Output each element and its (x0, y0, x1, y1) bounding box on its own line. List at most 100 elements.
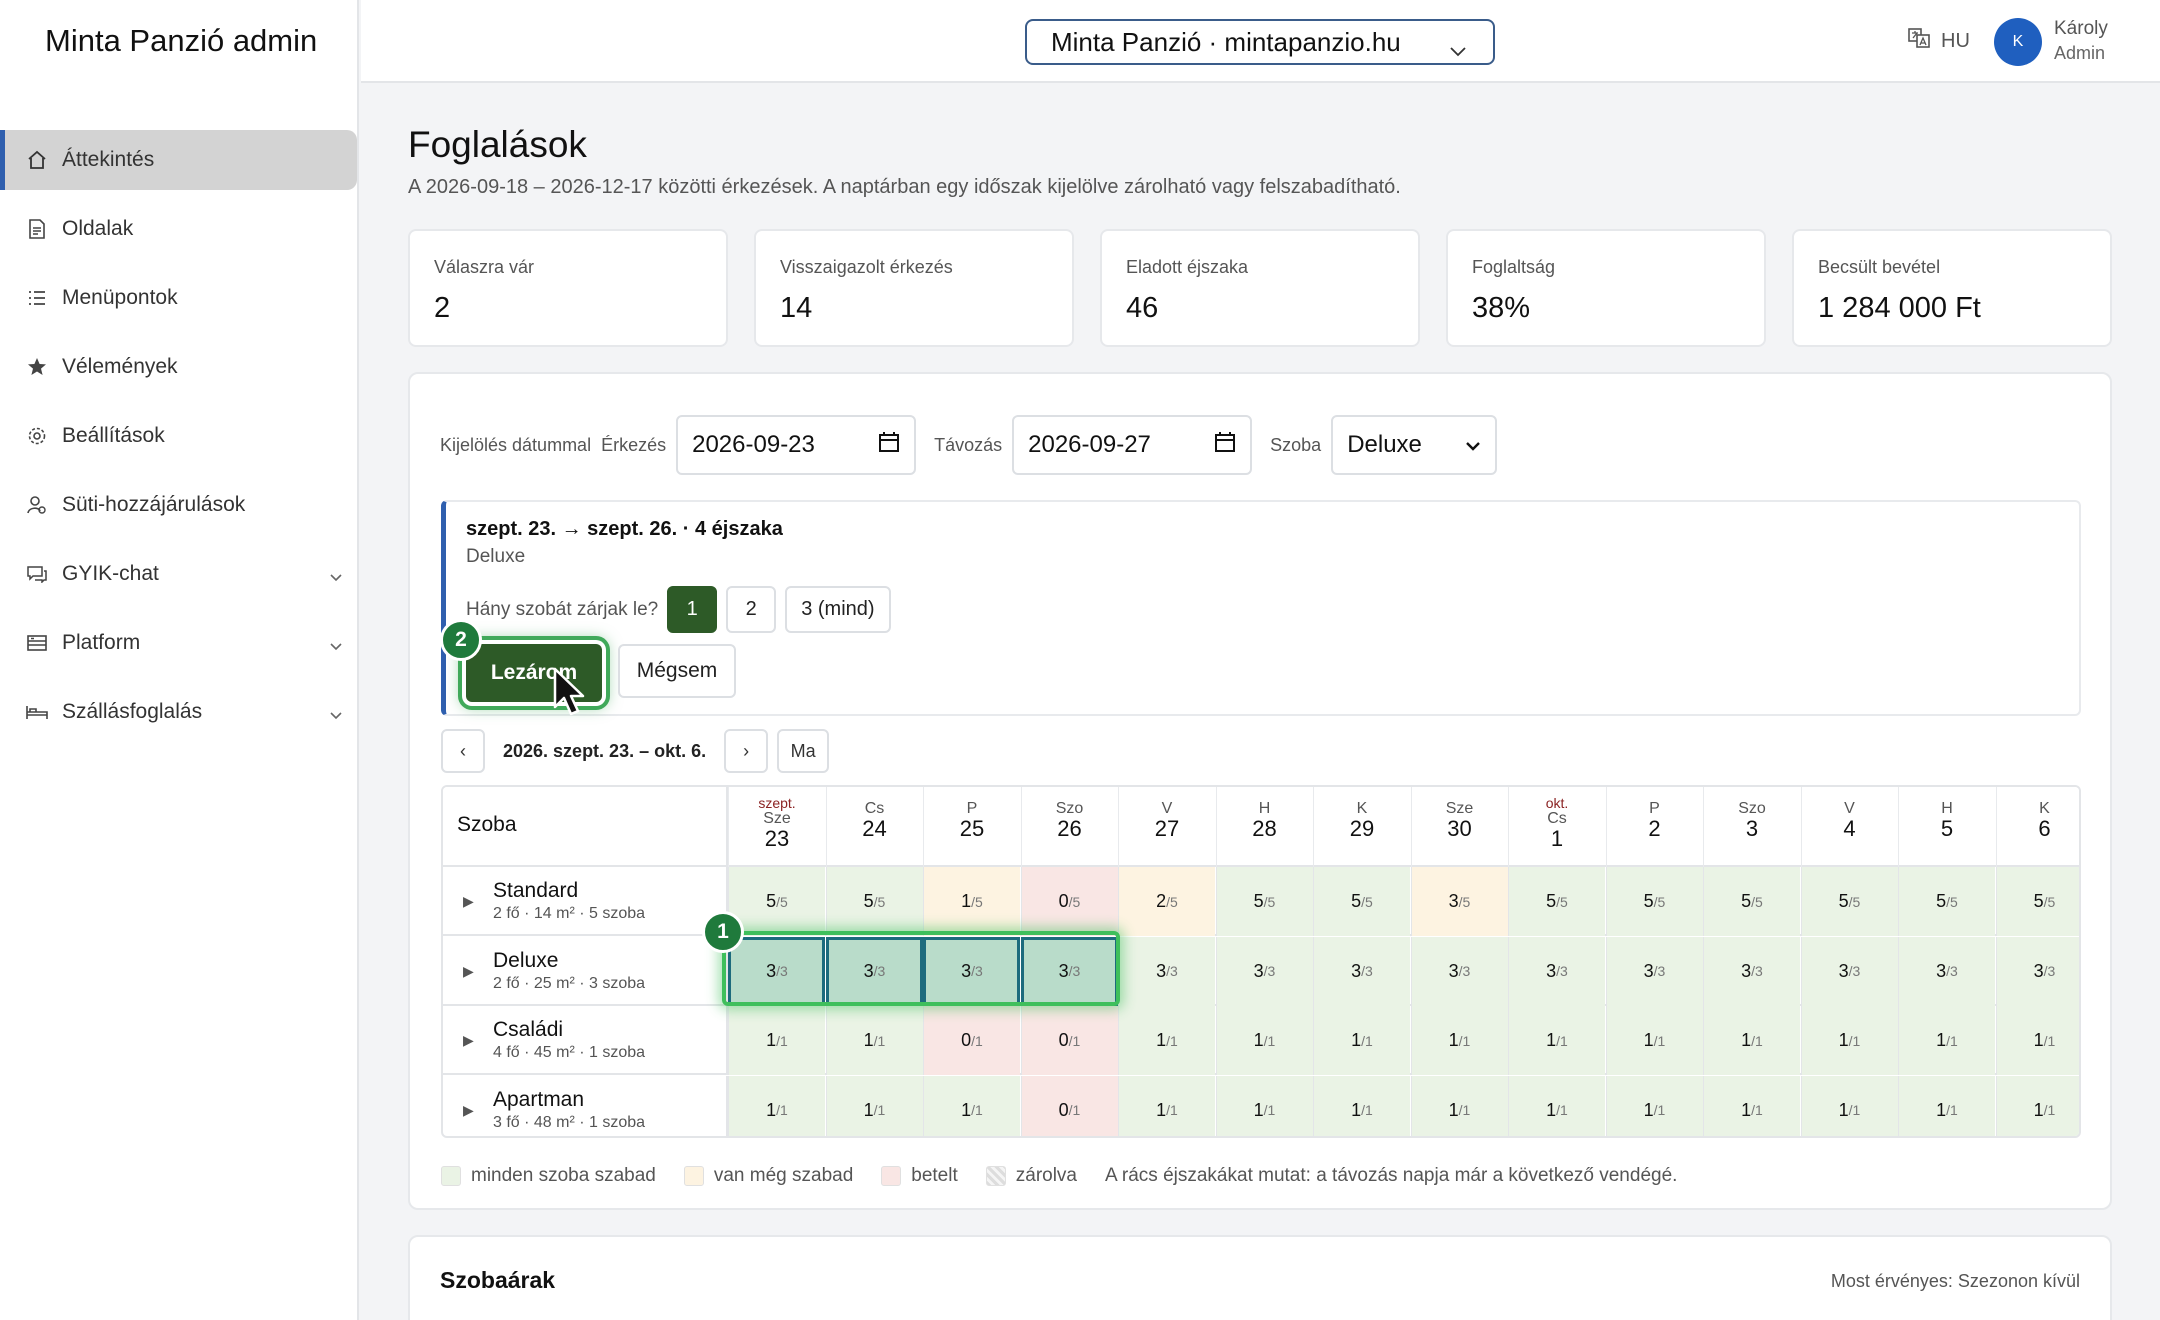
availability-cell[interactable]: 1/1 (1703, 1006, 1800, 1075)
room-select[interactable]: Deluxe (1331, 415, 1498, 475)
availability-cell[interactable]: 5/5 (825, 867, 923, 936)
availability-cell[interactable]: 1/1 (1215, 1006, 1313, 1075)
sidebar-item-attekintes[interactable]: Áttekintés (0, 130, 357, 190)
availability-cell[interactable]: 3/3 (1508, 936, 1605, 1006)
availability-cell[interactable]: 1/1 (1410, 1075, 1508, 1136)
total-count: /1 (1556, 1102, 1568, 1118)
user-name: Károly (2054, 18, 2108, 39)
availability-cell[interactable]: 5/5 (1215, 867, 1313, 936)
availability-cell[interactable]: 1/1 (1508, 1075, 1605, 1136)
legend-note: A rács éjszakákat mutat: a távozás napja… (1105, 1165, 1678, 1186)
expand-triangle-icon[interactable]: ▶ (463, 963, 474, 980)
availability-cell[interactable]: 5/5 (1703, 867, 1800, 936)
calendar-icon[interactable] (1214, 431, 1236, 460)
total-count: /1 (1458, 1102, 1471, 1118)
legend-label: van még szabad (713, 1165, 854, 1186)
sidebar-item-szallasfoglalas[interactable]: Szállásfoglalás (0, 682, 357, 742)
room-count-option-2[interactable]: 2 (726, 586, 777, 633)
total-count: /1 (873, 1032, 886, 1049)
site-select[interactable]: Minta Panzió · mintapanzio.hu (1025, 19, 1495, 65)
arrival-date-input[interactable]: 2026-09-23 (676, 415, 917, 475)
sidebar-item-oldalak[interactable]: Oldalak (0, 199, 357, 259)
total-count: /1 (2043, 1032, 2056, 1049)
availability-cell[interactable]: 1/1 (1605, 1006, 1703, 1075)
availability-cell[interactable]: 1/1 (728, 1075, 825, 1136)
availability-cell[interactable]: 5/5 (1508, 867, 1605, 936)
availability-cell[interactable]: 5/5 (1313, 867, 1410, 936)
availability-cell[interactable]: 0/1 (923, 1006, 1020, 1075)
availability-cell[interactable]: 5/5 (1995, 867, 2079, 936)
availability-cell[interactable]: 0/1 (1020, 1075, 1118, 1136)
availability-cell[interactable]: 5/5 (1800, 867, 1898, 936)
availability-cell[interactable]: 3/3 (1313, 936, 1410, 1006)
sidebar-item-suti[interactable]: Süti-hozzájárulások (0, 475, 357, 535)
availability-cell[interactable]: 0/5 (1020, 867, 1118, 936)
availability-cell[interactable]: 1/1 (1118, 1075, 1215, 1136)
availability-cell[interactable]: 1/1 (1800, 1075, 1898, 1136)
availability-cell[interactable]: 3/3 (1605, 936, 1703, 1006)
availability-cell[interactable]: 3/3 (1898, 936, 1995, 1006)
departure-date-input[interactable]: 2026-09-27 (1012, 415, 1253, 475)
sidebar-item-menupontok[interactable]: Menüpontok (0, 268, 357, 328)
availability-cell[interactable]: 1/1 (1605, 1075, 1703, 1136)
sidebar-item-gyik-chat[interactable]: GYIK-chat (0, 544, 357, 604)
room-name: Deluxe (493, 948, 559, 972)
availability-cell[interactable]: 3/3 (1703, 936, 1800, 1006)
sidebar-item-platform[interactable]: Platform (0, 613, 357, 673)
grid-room-cell[interactable]: ▶ Standard 2 fő · 14 m² · 5 szoba (443, 867, 728, 936)
arrival-date-value: 2026-09-23 (692, 431, 815, 458)
availability-cell[interactable]: 0/1 (1020, 1006, 1118, 1075)
expand-triangle-icon[interactable]: ▶ (463, 1102, 474, 1119)
availability-cell[interactable]: 1/1 (1118, 1006, 1215, 1075)
room-count-option-all[interactable]: 3 (mind) (785, 586, 891, 633)
sidebar-item-velemenyek[interactable]: Vélemények (0, 337, 357, 397)
chat-icon (26, 563, 48, 585)
expand-triangle-icon[interactable]: ▶ (463, 1032, 474, 1049)
grid-day-number: 26 (1057, 816, 1082, 841)
today-button[interactable]: Ma (777, 729, 830, 773)
availability-cell[interactable]: 1/1 (1898, 1075, 1995, 1136)
availability-cell[interactable]: 3/3 (1410, 936, 1508, 1006)
calendar-icon[interactable] (878, 431, 900, 460)
availability-cell[interactable]: 3/3 (1118, 936, 1215, 1006)
availability-cell[interactable]: 1/1 (728, 1006, 825, 1075)
availability-cell[interactable]: 3/3 (1800, 936, 1898, 1006)
prev-period-button[interactable]: ‹ (441, 729, 485, 773)
grid-room-cell[interactable]: ▶ Apartman 3 fő · 48 m² · 1 szoba (443, 1075, 728, 1136)
availability-cell[interactable]: 1/1 (1313, 1075, 1410, 1136)
mouse-cursor-icon (552, 667, 588, 722)
cancel-button[interactable]: Mégsem (618, 644, 736, 698)
user-info[interactable]: Károly Admin (2054, 17, 2108, 65)
availability-cell[interactable]: 1/5 (923, 867, 1020, 936)
avatar[interactable]: K (1994, 18, 2042, 66)
chevron-down-icon[interactable] (329, 633, 343, 657)
availability-cell[interactable]: 1/1 (1995, 1006, 2079, 1075)
availability-cell[interactable]: 2/5 (1118, 867, 1215, 936)
availability-cell[interactable]: 1/1 (1800, 1006, 1898, 1075)
language-switch[interactable]: HU (1907, 26, 1970, 56)
availability-cell[interactable]: 1/1 (1703, 1075, 1800, 1136)
availability-cell[interactable]: 1/1 (825, 1075, 923, 1136)
availability-cell[interactable]: 3/3 (1995, 936, 2079, 1006)
availability-cell[interactable]: 1/1 (1898, 1006, 1995, 1075)
chevron-down-icon[interactable] (329, 564, 343, 588)
next-period-button[interactable]: › (724, 729, 769, 773)
expand-triangle-icon[interactable]: ▶ (463, 893, 474, 910)
sidebar-item-beallitasok[interactable]: Beállítások (0, 406, 357, 466)
room-count-option-1[interactable]: 1 (667, 586, 718, 633)
availability-cell[interactable]: 1/1 (1508, 1006, 1605, 1075)
availability-cell[interactable]: 5/5 (1898, 867, 1995, 936)
availability-cell[interactable]: 5/5 (1605, 867, 1703, 936)
availability-cell[interactable]: 1/1 (923, 1075, 1020, 1136)
availability-cell[interactable]: 1/1 (825, 1006, 923, 1075)
availability-cell[interactable]: 1/1 (1410, 1006, 1508, 1075)
grid-room-cell[interactable]: ▶ Családi 4 fő · 45 m² · 1 szoba (443, 1006, 728, 1075)
availability-cell[interactable]: 3/5 (1410, 867, 1508, 936)
availability-cell[interactable]: 3/3 (1215, 936, 1313, 1006)
available-count: 1 (863, 1099, 874, 1120)
grid-room-cell[interactable]: ▶ Deluxe 2 fő · 25 m² · 3 szoba (443, 936, 728, 1006)
availability-cell[interactable]: 1/1 (1215, 1075, 1313, 1136)
chevron-down-icon[interactable] (329, 702, 343, 726)
availability-cell[interactable]: 1/1 (1313, 1006, 1410, 1075)
availability-cell[interactable]: 1/1 (1995, 1075, 2079, 1136)
